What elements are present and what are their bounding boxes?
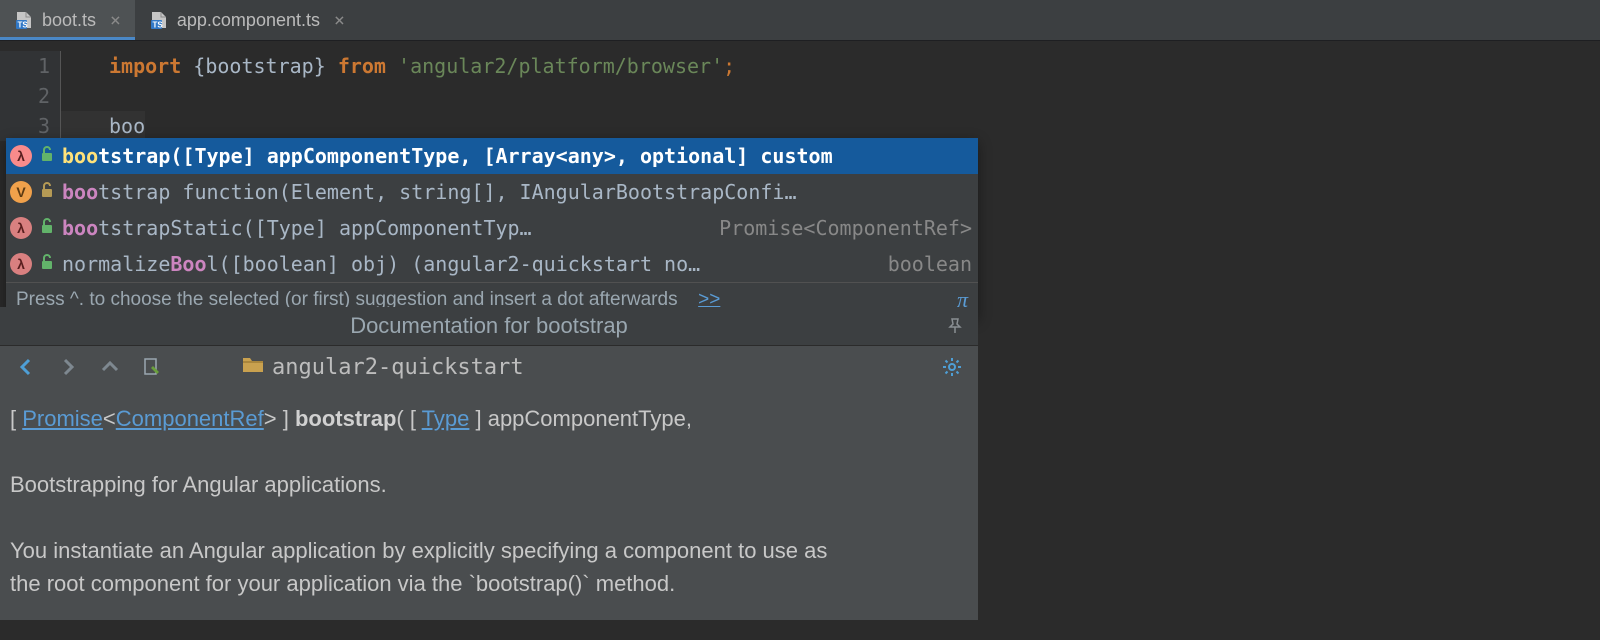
lambda-icon: λ xyxy=(10,217,32,239)
link-type[interactable]: Type xyxy=(422,406,470,431)
folder-icon xyxy=(242,354,264,380)
code-line-3[interactable]: boo xyxy=(60,111,145,141)
completion-signature: bootstrapStatic([Type] appComponentTyp… xyxy=(62,216,691,240)
documentation-paragraph: You instantiate an Angular application b… xyxy=(10,534,840,600)
unlock-icon xyxy=(40,218,54,238)
tab-label: boot.ts xyxy=(42,10,96,31)
svg-text:TS: TS xyxy=(152,21,163,30)
back-icon[interactable] xyxy=(14,355,38,379)
documentation-title-bar: Documentation for bootstrap xyxy=(0,307,978,346)
completion-return-type: Promise<ComponentRef> xyxy=(699,216,972,240)
completion-item-bootstrap[interactable]: λ bootstrap([Type] appComponentType, [Ar… xyxy=(6,138,978,174)
tab-boot-ts[interactable]: TS boot.ts × xyxy=(0,0,135,40)
documentation-title: Documentation for bootstrap xyxy=(350,313,628,338)
tab-label: app.component.ts xyxy=(177,10,320,31)
documentation-toolbar: angular2-quickstart xyxy=(0,346,978,388)
lambda-icon: λ xyxy=(10,253,32,275)
gutter-line-2: 2 xyxy=(0,81,60,111)
edit-source-icon[interactable] xyxy=(140,355,164,379)
documentation-panel: Documentation for bootstrap angular2-qui… xyxy=(0,307,978,620)
gutter-line-1: 1 xyxy=(0,51,60,81)
documentation-signature: [ Promise<ComponentRef> ] bootstrap( [ T… xyxy=(10,402,968,435)
completion-item-bootstrapstatic[interactable]: λ bootstrapStatic([Type] appComponentTyp… xyxy=(6,210,978,246)
code-editor[interactable]: 1 import {bootstrap} from 'angular2/plat… xyxy=(0,41,1600,141)
typescript-file-icon: TS xyxy=(149,10,169,30)
lambda-icon: λ xyxy=(10,145,32,167)
svg-text:TS: TS xyxy=(18,21,29,30)
unlock-icon xyxy=(40,254,54,274)
completion-return-type: boolean xyxy=(868,252,972,276)
completion-item-bootstrap-fn[interactable]: V bootstrap function(Element, string[], … xyxy=(6,174,978,210)
unlock-icon xyxy=(40,182,54,202)
documentation-paragraph: Bootstrapping for Angular applications. xyxy=(10,468,968,501)
documentation-body: [ Promise<ComponentRef> ] bootstrap( [ T… xyxy=(0,388,978,620)
pin-icon[interactable] xyxy=(946,315,964,341)
code-line-1[interactable]: import {bootstrap} from 'angular2/platfo… xyxy=(60,51,735,81)
completion-signature: normalizeBool([boolean] obj) (angular2-q… xyxy=(62,252,860,276)
completion-popup: λ bootstrap([Type] appComponentType, [Ar… xyxy=(6,138,978,317)
completion-signature: bootstrap([Type] appComponentType, [Arra… xyxy=(62,144,972,168)
link-promise[interactable]: Promise xyxy=(22,406,103,431)
close-icon[interactable]: × xyxy=(334,10,345,31)
completion-signature: bootstrap function(Element, string[], IA… xyxy=(62,180,972,204)
up-icon[interactable] xyxy=(98,355,122,379)
forward-icon[interactable] xyxy=(56,355,80,379)
code-line-2[interactable] xyxy=(60,81,109,111)
variable-icon: V xyxy=(10,181,32,203)
tab-bar: TS boot.ts × TS app.component.ts × xyxy=(0,0,1600,41)
documentation-path: angular2-quickstart xyxy=(272,355,524,380)
tab-app-component-ts[interactable]: TS app.component.ts × xyxy=(135,0,359,40)
completion-item-normalizebool[interactable]: λ normalizeBool([boolean] obj) (angular2… xyxy=(6,246,978,282)
close-icon[interactable]: × xyxy=(110,10,121,31)
gear-icon[interactable] xyxy=(940,355,964,379)
documentation-location[interactable]: angular2-quickstart xyxy=(242,354,524,380)
unlock-icon xyxy=(40,146,54,166)
link-componentref[interactable]: ComponentRef xyxy=(116,406,264,431)
typescript-file-icon: TS xyxy=(14,10,34,30)
gutter-line-3: 3 xyxy=(0,111,60,141)
